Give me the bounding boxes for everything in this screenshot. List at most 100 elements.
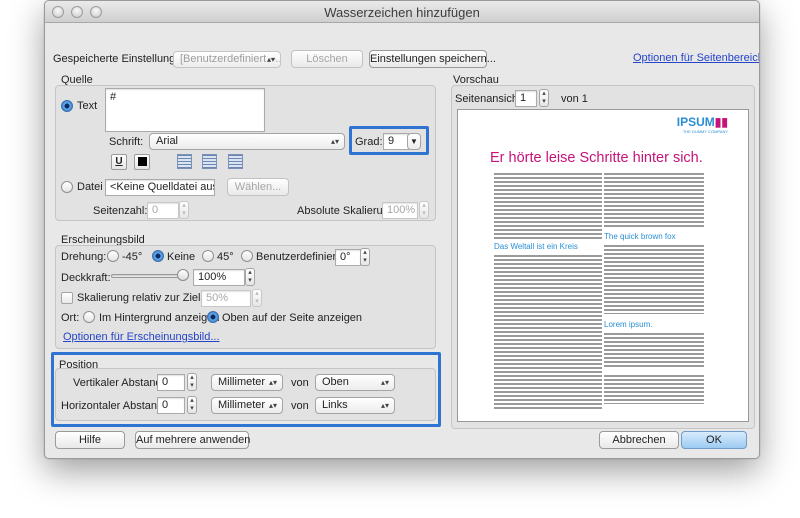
vertical-distance-label: Vertikaler Abstand: xyxy=(73,377,165,389)
horizontal-anchor-value: Links xyxy=(322,399,348,411)
underline-button[interactable]: U xyxy=(111,154,127,170)
rotation-minus45-label: -45° xyxy=(122,251,143,263)
page-number-label: Seitenzahl: xyxy=(93,205,148,217)
underline-icon: U xyxy=(115,156,123,167)
size-field[interactable]: 9 xyxy=(383,133,409,150)
horizontal-from-label: von xyxy=(291,400,309,412)
apply-multiple-button[interactable]: Auf mehrere anwenden xyxy=(135,431,250,449)
align-left-icon[interactable] xyxy=(177,154,192,169)
horizontal-unit-value: Millimeter xyxy=(218,399,266,411)
location-background-radio[interactable] xyxy=(83,311,95,323)
scale-relative-stepper[interactable]: ▴ ▾ xyxy=(252,289,262,307)
preview-page-stepper[interactable]: ▴ ▾ xyxy=(539,89,549,107)
rotation-custom-field[interactable]: 0° xyxy=(335,249,361,266)
saved-settings-label: Gespeicherte Einstellungen: xyxy=(53,53,191,65)
rotation-stepper[interactable]: ▴ ▾ xyxy=(360,248,370,266)
file-radio[interactable] xyxy=(61,181,73,193)
vertical-distance-stepper[interactable]: ▴ ▾ xyxy=(187,373,197,391)
delete-button[interactable]: Löschen xyxy=(291,50,363,68)
doc-headline: Er hörte leise Schritte hinter sich. xyxy=(490,150,703,166)
horizontal-distance-stepper[interactable]: ▴ ▾ xyxy=(187,396,197,414)
popup-arrows-icon: ▴▾ xyxy=(266,55,275,64)
doc-text-block xyxy=(604,244,704,314)
saved-settings-popup[interactable]: [Benutzerdefiniert –... ▴▾ xyxy=(173,51,281,68)
rotation-custom-radio[interactable] xyxy=(241,250,253,262)
preview-page-count: von 1 xyxy=(561,93,588,105)
absolute-scale-field[interactable]: 100% xyxy=(382,202,418,219)
scale-relative-checkbox[interactable] xyxy=(61,292,73,304)
rotation-minus45-radio[interactable] xyxy=(107,250,119,262)
rotation-label: Drehung: xyxy=(61,251,107,263)
opacity-slider-thumb[interactable] xyxy=(177,269,189,281)
doc-text-block xyxy=(604,332,704,368)
choose-file-button[interactable]: Wählen... xyxy=(227,178,289,196)
page-number-stepper[interactable]: ▴ ▾ xyxy=(179,201,189,219)
popup-arrows-icon: ▴▾ xyxy=(268,378,277,387)
font-popup[interactable]: Arial ▴▾ xyxy=(149,133,345,150)
doc-subhead: Lorem ipsum. xyxy=(604,320,653,329)
font-label: Schrift: xyxy=(109,136,144,148)
location-background-label: Im Hintergrund anzeigen xyxy=(99,312,220,324)
rotation-45-radio[interactable] xyxy=(202,250,214,262)
saved-settings-value: [Benutzerdefiniert –... xyxy=(180,53,281,65)
doc-logo-text: IPSUM xyxy=(676,115,715,129)
watermark-dialog: Wasserzeichen hinzufügen Gespeicherte Ei… xyxy=(44,0,760,459)
rotation-custom-label: Benutzerdefiniert xyxy=(256,251,340,263)
popup-arrows-icon: ▴▾ xyxy=(268,401,277,410)
size-dropdown-button[interactable]: ▼ xyxy=(407,133,421,150)
vertical-from-label: von xyxy=(291,377,309,389)
page-range-options-link[interactable]: Optionen für Seitenbereich... xyxy=(633,52,759,64)
color-swatch-icon xyxy=(137,157,147,166)
file-radio-label: Datei xyxy=(77,181,103,193)
align-center-icon[interactable] xyxy=(202,154,217,169)
rotation-none-radio[interactable] xyxy=(152,250,164,262)
rotation-none-label: Keine xyxy=(167,251,196,263)
watermark-text-area[interactable]: # xyxy=(105,88,265,132)
location-top-radio[interactable] xyxy=(207,311,219,323)
ok-button[interactable]: OK xyxy=(681,431,747,449)
doc-text-block xyxy=(604,172,704,228)
preview-page-field[interactable]: 1 xyxy=(515,90,537,107)
doc-text-block xyxy=(494,172,602,240)
text-color-button[interactable] xyxy=(134,154,150,170)
horizontal-distance-label: Horizontaler Abstand: xyxy=(61,400,167,412)
horizontal-anchor-popup[interactable]: Links ▴▾ xyxy=(315,397,395,414)
location-label: Ort: xyxy=(61,312,80,324)
text-radio[interactable] xyxy=(61,100,73,112)
vertical-unit-popup[interactable]: Millimeter ▴▾ xyxy=(211,374,283,391)
absolute-scale-stepper[interactable]: ▴ ▾ xyxy=(419,201,429,219)
rotation-45-label: 45° xyxy=(217,251,234,263)
preview-page: IPSUM▮▮ THE DUMMY COMPANY Er hörte leise… xyxy=(457,109,749,422)
opacity-slider-track[interactable] xyxy=(111,274,185,278)
help-button[interactable]: Hilfe xyxy=(55,431,125,449)
window-title: Wasserzeichen hinzufügen xyxy=(324,5,480,20)
doc-logo: IPSUM▮▮ xyxy=(677,116,728,128)
opacity-stepper[interactable]: ▴ ▾ xyxy=(245,268,255,286)
vertical-anchor-popup[interactable]: Oben ▴▾ xyxy=(315,374,395,391)
vertical-distance-field[interactable]: 0 xyxy=(157,374,185,391)
appearance-options-link[interactable]: Optionen für Erscheinungsbild... xyxy=(63,331,220,343)
vertical-anchor-value: Oben xyxy=(322,376,349,388)
doc-text-block xyxy=(494,254,602,410)
horizontal-distance-field[interactable]: 0 xyxy=(157,397,185,414)
doc-logo-sub: THE DUMMY COMPANY xyxy=(682,129,728,134)
page-view-label: Seitenansicht xyxy=(455,93,522,105)
doc-subhead: The quick brown fox xyxy=(604,232,676,241)
title-bar: Wasserzeichen hinzufügen xyxy=(45,1,759,23)
doc-text-block xyxy=(604,374,704,404)
cancel-button[interactable]: Abbrechen xyxy=(599,431,679,449)
popup-arrows-icon: ▴▾ xyxy=(330,137,339,146)
align-right-icon[interactable] xyxy=(228,154,243,169)
page-number-field[interactable]: 0 xyxy=(147,202,179,219)
font-value: Arial xyxy=(156,135,179,147)
chevron-down-icon: ▼ xyxy=(410,137,418,146)
source-file-field[interactable]: <Keine Quelldatei ausgewä xyxy=(105,179,215,196)
save-settings-button[interactable]: Einstellungen speichern... xyxy=(369,50,496,68)
scale-relative-field[interactable]: 50% xyxy=(201,290,251,307)
size-label: Grad: xyxy=(355,136,383,148)
location-top-label: Oben auf der Seite anzeigen xyxy=(222,312,363,324)
horizontal-unit-popup[interactable]: Millimeter ▴▾ xyxy=(211,397,283,414)
opacity-field[interactable]: 100% xyxy=(193,269,245,286)
popup-arrows-icon: ▴▾ xyxy=(380,401,389,410)
popup-arrows-icon: ▴▾ xyxy=(380,378,389,387)
